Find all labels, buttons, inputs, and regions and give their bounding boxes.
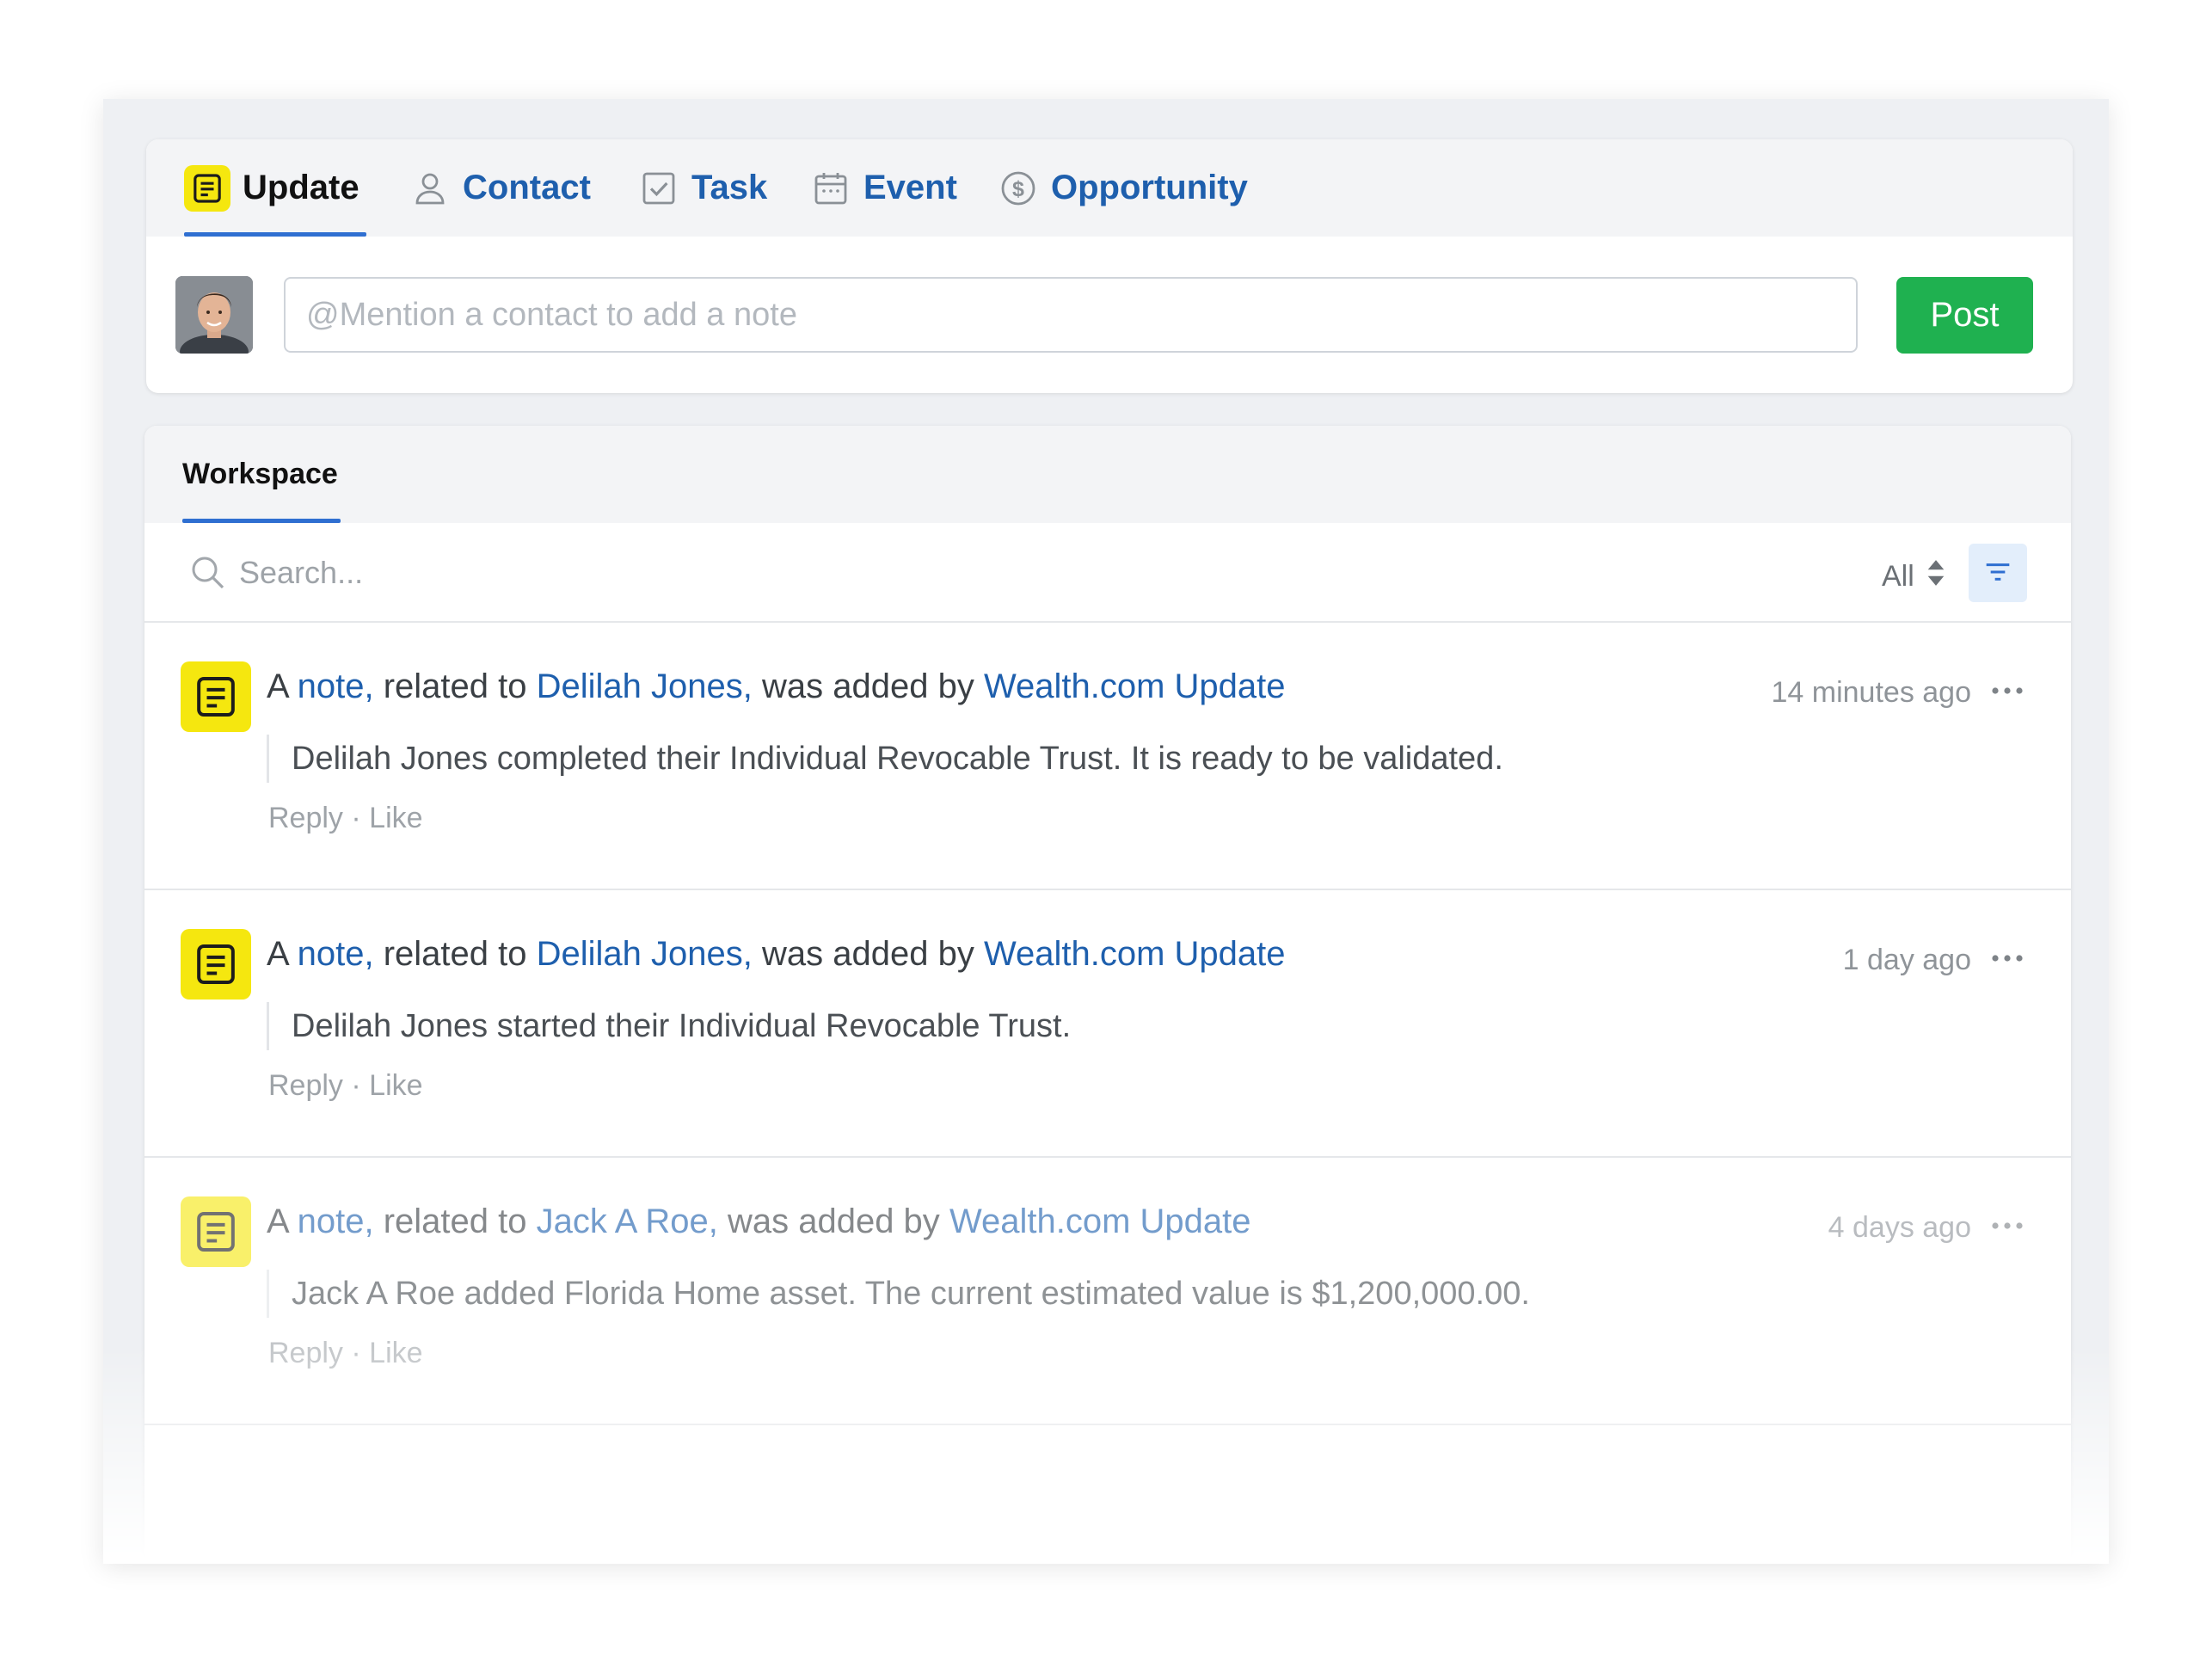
- filter-lines-icon: [1983, 559, 2012, 587]
- like-link[interactable]: Like: [369, 802, 422, 834]
- filter-select-value: All: [1882, 559, 1914, 593]
- note-link[interactable]: note,: [298, 1203, 374, 1240]
- tab-task[interactable]: Task: [638, 139, 767, 237]
- like-link[interactable]: Like: [369, 1337, 422, 1369]
- headline-added-text: was added by: [761, 667, 974, 705]
- calendar-icon: [810, 168, 851, 209]
- search-icon: [187, 552, 229, 594]
- timestamp: 14 minutes ago: [1771, 676, 1972, 709]
- tab-contact[interactable]: Contact: [409, 139, 591, 237]
- svg-text:$: $: [1012, 176, 1024, 200]
- headline-prefix: A: [267, 1203, 288, 1240]
- note-body: Delilah Jones started their Individual R…: [267, 1002, 1071, 1050]
- headline-related-text: related to: [383, 935, 527, 973]
- reply-link[interactable]: Reply: [268, 1069, 343, 1102]
- note-link[interactable]: note,: [298, 667, 374, 705]
- like-link[interactable]: Like: [369, 1069, 422, 1102]
- timestamp: 4 days ago: [1828, 1211, 1971, 1244]
- contact-link[interactable]: Delilah Jones,: [537, 667, 753, 705]
- feed-item: A note, related to Delilah Jones, was ad…: [144, 623, 2071, 890]
- checkbox-icon: [638, 168, 679, 209]
- note-link[interactable]: note,: [298, 935, 374, 973]
- tab-event[interactable]: Event: [810, 139, 957, 237]
- tab-task-label: Task: [691, 169, 768, 206]
- tab-update-label: Update: [243, 169, 359, 206]
- search-input[interactable]: [239, 545, 1013, 600]
- timestamp: 1 day ago: [1842, 944, 1971, 976]
- feed-item: A note, related to Jack A Roe, was added…: [144, 1158, 2071, 1425]
- mention-input[interactable]: [284, 277, 1858, 353]
- post-button[interactable]: Post: [1896, 277, 2033, 354]
- note-icon: [181, 1196, 251, 1267]
- headline-added-text: was added by: [727, 1203, 940, 1240]
- feed-headline: A note, related to Jack A Roe, was added…: [267, 1203, 1250, 1241]
- more-options-icon[interactable]: [1988, 945, 2026, 971]
- more-options-icon[interactable]: [1988, 1213, 2026, 1239]
- headline-prefix: A: [267, 667, 288, 705]
- author-link[interactable]: Wealth.com Update: [984, 935, 1286, 973]
- author-link[interactable]: Wealth.com Update: [984, 667, 1286, 705]
- headline-added-text: was added by: [761, 935, 974, 973]
- note-actions: Reply · Like: [268, 1337, 423, 1370]
- composer-tabbar: Update Contact Task Event $ Opportunity: [146, 139, 2073, 237]
- headline-related-text: related to: [383, 1203, 527, 1240]
- tab-opportunity[interactable]: $ Opportunity: [998, 139, 1248, 237]
- note-actions: Reply · Like: [268, 1069, 423, 1103]
- filter-select[interactable]: All: [1882, 552, 1947, 600]
- contact-link[interactable]: Delilah Jones,: [537, 935, 753, 973]
- tab-workspace[interactable]: Workspace: [182, 426, 341, 523]
- avatar: [175, 276, 253, 354]
- reply-link[interactable]: Reply: [268, 1337, 343, 1369]
- contact-link[interactable]: Jack A Roe,: [537, 1203, 718, 1240]
- note-icon: [181, 929, 251, 1000]
- tab-update[interactable]: Update: [184, 139, 366, 237]
- workspace-tabbar: Workspace: [144, 426, 2071, 523]
- headline-prefix: A: [267, 935, 288, 973]
- workspace-card: Workspace All: [144, 426, 2071, 1564]
- composer-row: Post: [146, 237, 2073, 393]
- feed-headline: A note, related to Delilah Jones, was ad…: [267, 935, 1286, 974]
- action-separator: ·: [351, 1337, 361, 1369]
- more-options-icon[interactable]: [1988, 678, 2026, 704]
- feed-item: A note, related to Delilah Jones, was ad…: [144, 890, 2071, 1158]
- note-icon: [181, 661, 251, 732]
- action-separator: ·: [351, 1069, 361, 1102]
- note-actions: Reply · Like: [268, 802, 423, 835]
- sort-arrows-icon: [1925, 558, 1947, 595]
- tab-event-label: Event: [863, 169, 957, 206]
- feed-headline: A note, related to Delilah Jones, was ad…: [267, 667, 1286, 706]
- reply-link[interactable]: Reply: [268, 802, 343, 834]
- search-bar: All: [144, 523, 2071, 623]
- note-body: Delilah Jones completed their Individual…: [267, 735, 1503, 783]
- author-link[interactable]: Wealth.com Update: [949, 1203, 1251, 1240]
- note-body: Jack A Roe added Florida Home asset. The…: [267, 1270, 1530, 1318]
- note-icon: [184, 164, 230, 212]
- composer-card: Update Contact Task Event $ Opportunity …: [146, 139, 2073, 393]
- person-icon: [409, 168, 451, 209]
- activity-panel: Update Contact Task Event $ Opportunity …: [103, 99, 2109, 1564]
- tab-opportunity-label: Opportunity: [1051, 169, 1248, 206]
- tab-contact-label: Contact: [463, 169, 591, 206]
- action-separator: ·: [351, 802, 361, 834]
- headline-related-text: related to: [383, 667, 527, 705]
- filter-button[interactable]: [1969, 544, 2027, 602]
- dollar-circle-icon: $: [998, 168, 1039, 209]
